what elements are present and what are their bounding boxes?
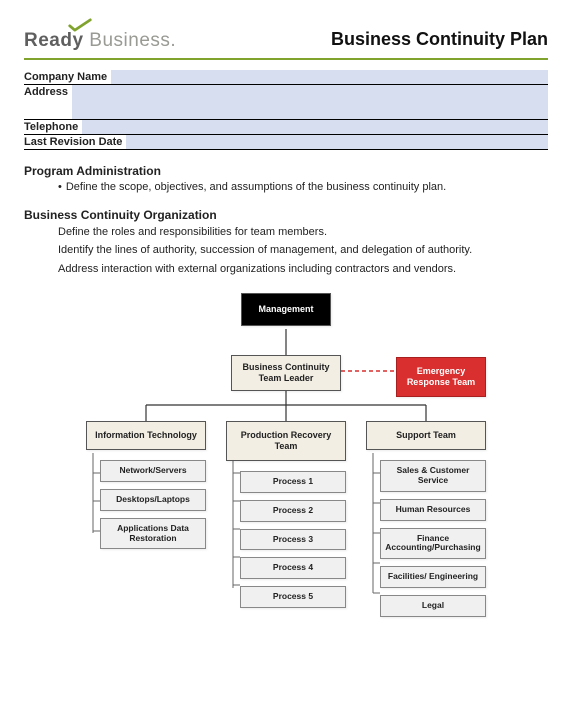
item-finance: Finance Accounting/Purchasing: [380, 528, 486, 560]
org-line1: Define the roles and responsibilities fo…: [24, 224, 548, 241]
col-head-support: Support Team: [366, 421, 486, 450]
row-address: Address: [24, 85, 548, 120]
org-line2: Identify the lines of authority, success…: [24, 242, 548, 259]
row-telephone: Telephone: [24, 120, 548, 135]
company-field[interactable]: [111, 70, 548, 84]
row-company: Company Name: [24, 70, 548, 85]
node-leader: Business Continuity Team Leader: [231, 355, 341, 391]
info-form: Company Name Address Telephone Last Revi…: [24, 70, 548, 150]
row-revision: Last Revision Date: [24, 135, 548, 150]
col-head-it: Information Technology: [86, 421, 206, 450]
label-company: Company Name: [24, 70, 111, 84]
brand-text: Ready Business.: [24, 30, 176, 52]
label-address: Address: [24, 85, 72, 119]
brand-light: Business.: [84, 30, 177, 51]
item-apps: Applications Data Restoration: [100, 518, 206, 550]
brand-strong: Ready: [24, 30, 84, 51]
item-p3: Process 3: [240, 529, 346, 551]
label-revision: Last Revision Date: [24, 135, 126, 149]
brand-logo: Ready Business.: [24, 18, 176, 52]
label-telephone: Telephone: [24, 120, 82, 134]
item-p5: Process 5: [240, 586, 346, 608]
col-production: Production Recovery Team Process 1 Proce…: [226, 421, 346, 614]
item-p2: Process 2: [240, 500, 346, 522]
bullet-icon: •: [58, 180, 62, 196]
header-rule: [24, 58, 548, 60]
col-head-production: Production Recovery Team: [226, 421, 346, 461]
address-field[interactable]: [72, 85, 548, 119]
item-network: Network/Servers: [100, 460, 206, 482]
section-admin-title: Program Administration: [24, 164, 548, 178]
item-p1: Process 1: [240, 471, 346, 493]
admin-bullet-text: Define the scope, objectives, and assump…: [66, 180, 446, 196]
item-facilities: Facilities/ Engineering: [380, 566, 486, 588]
node-emergency: Emergency Response Team: [396, 357, 486, 397]
telephone-field[interactable]: [82, 120, 548, 134]
node-management: Management: [241, 293, 331, 326]
section-org-title: Business Continuity Organization: [24, 208, 548, 222]
admin-bullets: • Define the scope, objectives, and assu…: [24, 180, 548, 196]
item-sales: Sales & Customer Service: [380, 460, 486, 492]
header: Ready Business. Business Continuity Plan: [24, 18, 548, 52]
col-support: Support Team Sales & Customer Service Hu…: [366, 421, 486, 623]
revision-field[interactable]: [126, 135, 548, 149]
page-title: Business Continuity Plan: [331, 29, 548, 50]
item-legal: Legal: [380, 595, 486, 617]
item-p4: Process 4: [240, 557, 346, 579]
item-hr: Human Resources: [380, 499, 486, 521]
item-desktops: Desktops/Laptops: [100, 489, 206, 511]
org-line3: Address interaction with external organi…: [24, 261, 548, 278]
col-it: Information Technology Network/Servers D…: [86, 421, 206, 556]
